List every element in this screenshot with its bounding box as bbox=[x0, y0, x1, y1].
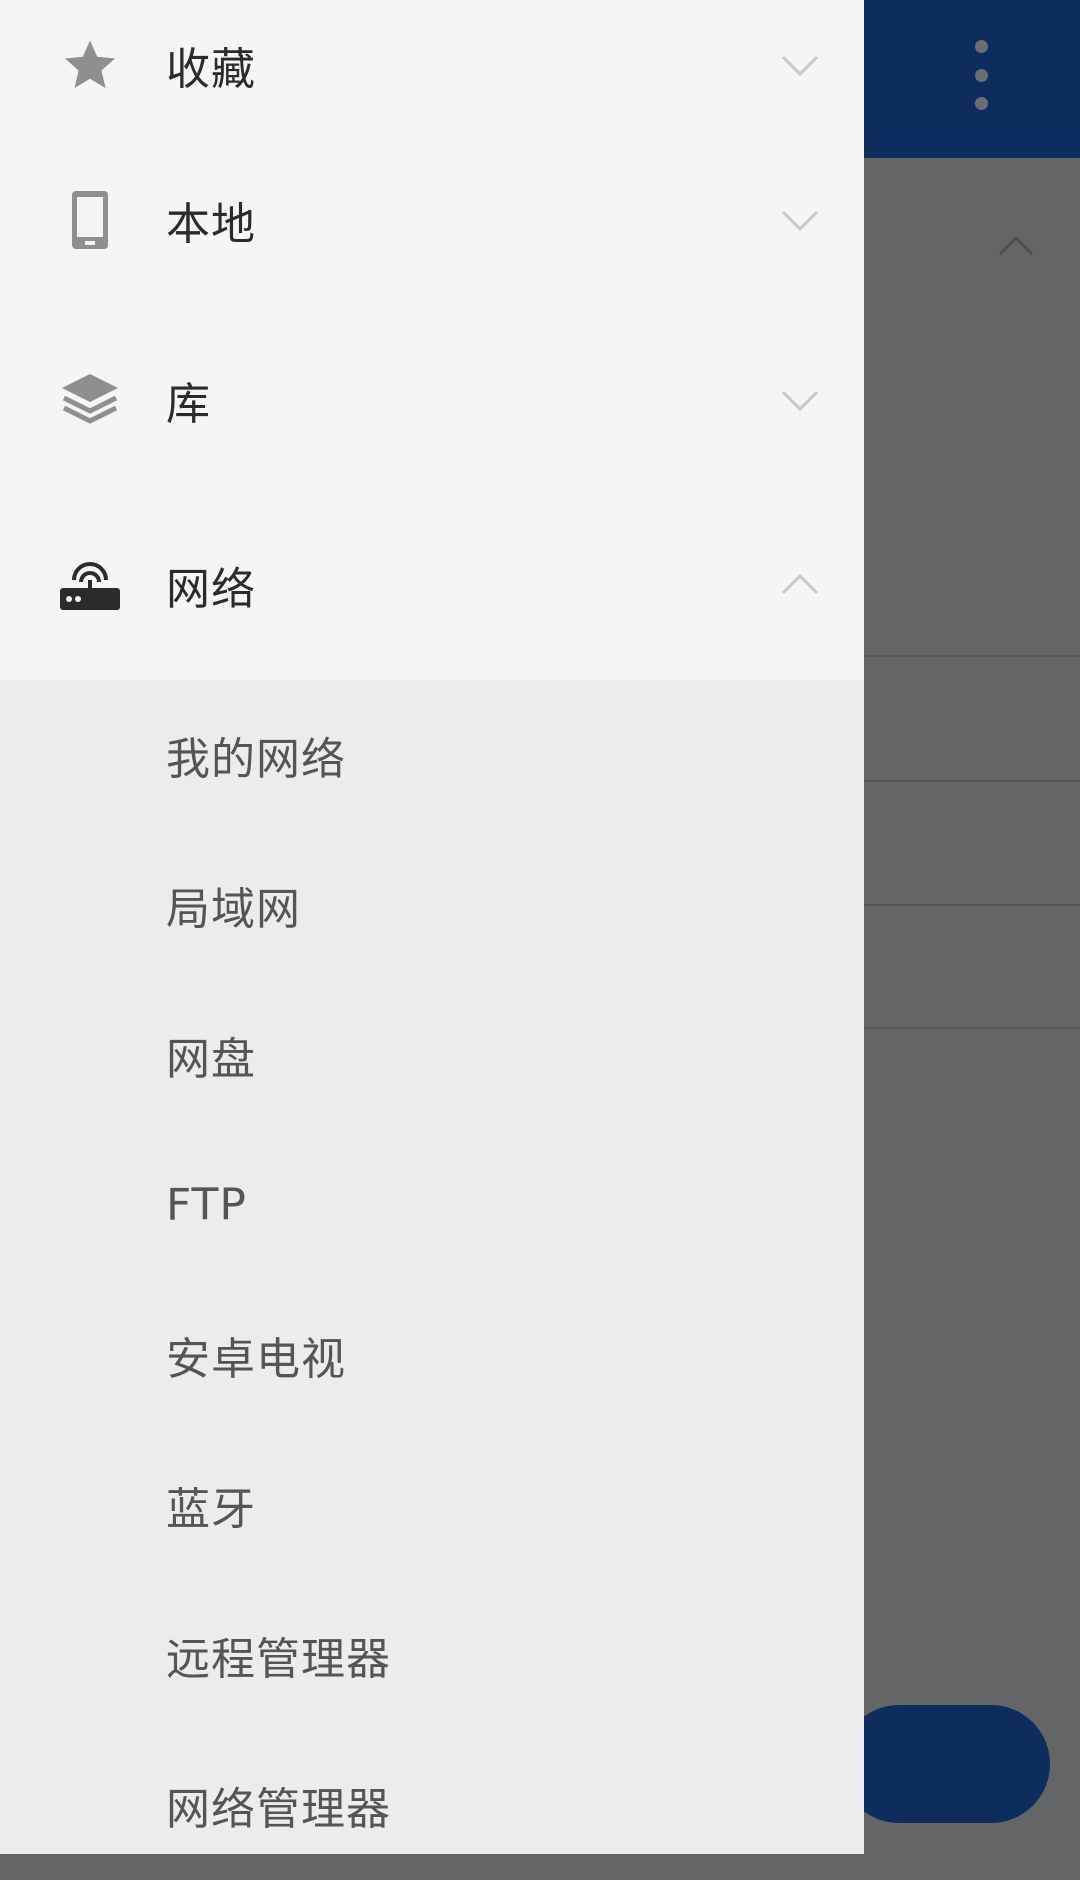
submenu-item-remote-manager[interactable]: 远程管理器 bbox=[0, 1580, 864, 1730]
nav-item-network[interactable]: 网络 bbox=[0, 490, 864, 680]
navigation-drawer: 收藏 本地 库 网络 我的网络 局域网 网盘 FTP 安卓电视 蓝牙 远程管理器… bbox=[0, 0, 864, 1854]
submenu-item-android-tv[interactable]: 安卓电视 bbox=[0, 1280, 864, 1430]
submenu-item-bluetooth[interactable]: 蓝牙 bbox=[0, 1430, 864, 1580]
nav-item-local[interactable]: 本地 bbox=[0, 130, 864, 310]
submenu-item-lan[interactable]: 局域网 bbox=[0, 830, 864, 980]
submenu-item-label: 网络管理器 bbox=[166, 1784, 391, 1835]
nav-item-label: 本地 bbox=[166, 199, 256, 250]
star-icon bbox=[58, 33, 122, 97]
layers-icon bbox=[58, 368, 122, 432]
phone-icon bbox=[58, 188, 122, 252]
submenu-item-my-network[interactable]: 我的网络 bbox=[0, 680, 864, 830]
divider bbox=[864, 904, 1080, 906]
divider bbox=[864, 780, 1080, 782]
nav-item-label: 库 bbox=[166, 379, 211, 430]
router-icon bbox=[58, 553, 122, 617]
submenu-item-label: 局域网 bbox=[166, 884, 301, 935]
nav-item-favorites[interactable]: 收藏 bbox=[0, 0, 864, 130]
submenu-item-label: 安卓电视 bbox=[166, 1334, 346, 1385]
submenu-item-label: 远程管理器 bbox=[166, 1634, 391, 1685]
network-submenu: 我的网络 局域网 网盘 FTP 安卓电视 蓝牙 远程管理器 网络管理器 bbox=[0, 680, 864, 1880]
submenu-item-cloud-drive[interactable]: 网盘 bbox=[0, 980, 864, 1130]
divider bbox=[864, 1027, 1080, 1029]
submenu-item-label: 蓝牙 bbox=[166, 1484, 256, 1535]
chevron-down-icon bbox=[781, 210, 819, 232]
nav-item-library[interactable]: 库 bbox=[0, 310, 864, 490]
submenu-item-label: 我的网络 bbox=[166, 734, 346, 785]
drawer-main-section: 收藏 本地 库 网络 bbox=[0, 0, 864, 680]
chevron-up-icon bbox=[998, 235, 1034, 256]
divider bbox=[864, 655, 1080, 657]
nav-item-label: 收藏 bbox=[166, 44, 256, 95]
floating-action-button[interactable] bbox=[840, 1705, 1050, 1823]
submenu-item-label: 网盘 bbox=[166, 1034, 256, 1085]
overflow-menu-icon[interactable] bbox=[968, 40, 994, 110]
submenu-item-network-manager[interactable]: 网络管理器 bbox=[0, 1730, 864, 1880]
chevron-up-icon bbox=[781, 573, 819, 595]
chevron-down-icon bbox=[781, 390, 819, 412]
nav-item-label: 网络 bbox=[166, 564, 256, 615]
submenu-item-ftp[interactable]: FTP bbox=[0, 1130, 864, 1280]
chevron-down-icon bbox=[781, 55, 819, 77]
submenu-item-label: FTP bbox=[166, 1179, 247, 1231]
